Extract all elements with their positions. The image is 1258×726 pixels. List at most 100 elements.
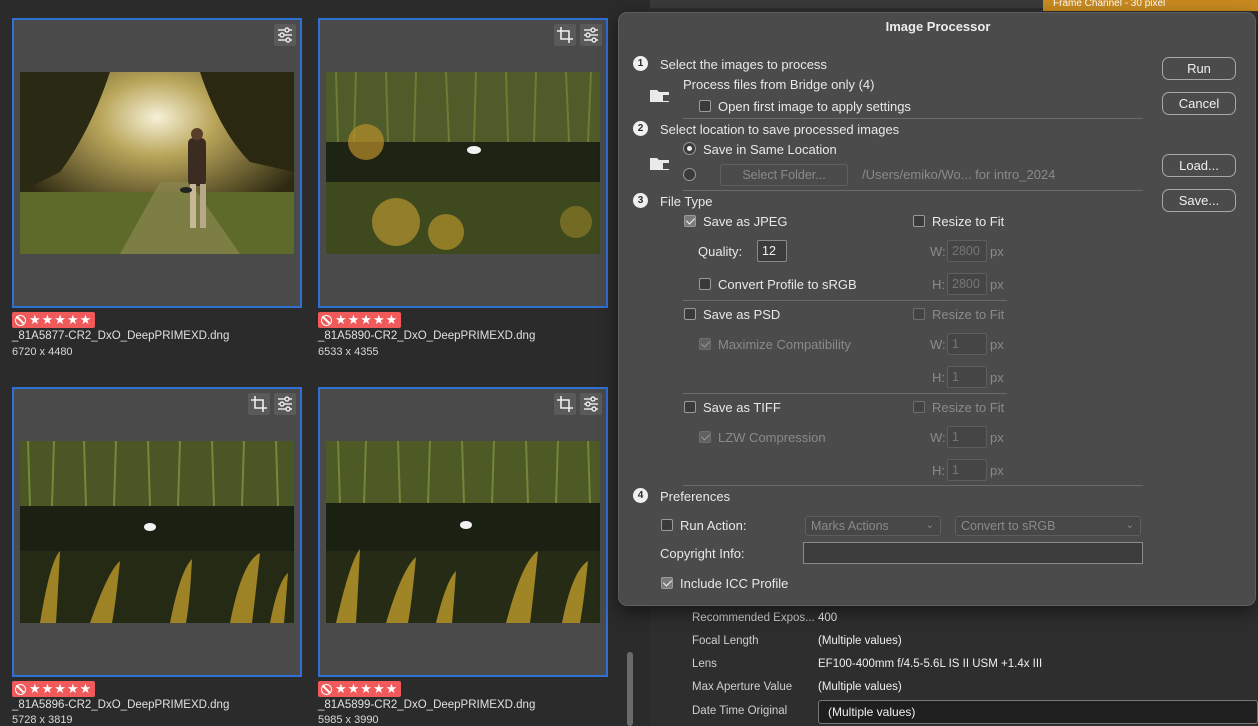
psd-resize-label: Resize to Fit: [932, 307, 1005, 322]
px-unit: px: [990, 370, 1004, 385]
divider: [683, 118, 1143, 119]
jpeg-resize-checkbox[interactable]: [913, 215, 925, 227]
px-unit: px: [990, 277, 1004, 292]
divider: [683, 300, 1007, 301]
thumbnail-4[interactable]: [318, 387, 608, 677]
psd-resize-checkbox[interactable]: [913, 308, 925, 320]
image-dimensions: 6720 x 4480: [12, 346, 73, 358]
psd-h-label: H:: [932, 370, 945, 385]
chevron-down-icon: ⌄: [1125, 520, 1134, 531]
section-2-title: Select location to save processed images: [660, 122, 900, 137]
psd-height-input[interactable]: 1: [947, 366, 987, 388]
jpeg-resize-label: Resize to Fit: [932, 214, 1005, 229]
thumbnail-1[interactable]: [12, 18, 302, 308]
quality-input[interactable]: 12: [757, 240, 787, 262]
include-icc-checkbox[interactable]: [661, 577, 673, 589]
meta-label-focal-length: Focal Length: [692, 635, 759, 647]
save-settings-button[interactable]: Save...: [1162, 189, 1236, 212]
divider: [683, 485, 1143, 486]
crop-icon[interactable]: [554, 24, 576, 46]
save-as-tiff-label: Save as TIFF: [703, 400, 781, 415]
photo-egret-pond: [326, 72, 600, 254]
reject-rating-badge[interactable]: ★★★★★: [318, 312, 402, 328]
include-icc-label: Include ICC Profile: [680, 576, 789, 591]
section-1-title: Select the images to process: [660, 57, 827, 72]
select-folder-button[interactable]: Select Folder...: [720, 164, 848, 186]
adjust-icon[interactable]: [580, 393, 602, 415]
select-folder-radio[interactable]: [683, 168, 696, 181]
run-button[interactable]: Run: [1162, 57, 1236, 80]
filename: _81A5896-CR2_DxO_DeepPRIMEXD.dng: [12, 699, 230, 711]
process-source-text: Process files from Bridge only (4): [683, 77, 875, 92]
px-unit: px: [990, 463, 1004, 478]
destination-path: /Users/emiko/Wo... for intro_2024: [862, 167, 1056, 182]
divider: [683, 393, 1007, 394]
step-1-badge: 1: [633, 56, 648, 71]
jpeg-h-label: H:: [932, 277, 945, 292]
action-set-select[interactable]: Marks Actions ⌄: [805, 516, 941, 536]
meta-label-lens: Lens: [692, 658, 717, 670]
lzw-compression-label: LZW Compression: [718, 430, 826, 445]
save-as-tiff-checkbox[interactable]: [684, 401, 696, 413]
meta-value-focal-length: (Multiple values): [818, 635, 902, 647]
jpeg-height-input[interactable]: 2800: [947, 273, 987, 295]
location-folder-icon: [650, 158, 670, 170]
image-dimensions: 6533 x 4355: [318, 346, 379, 358]
step-2-badge: 2: [633, 121, 648, 136]
px-unit: px: [990, 337, 1004, 352]
adjust-icon[interactable]: [274, 24, 296, 46]
meta-label-date-time-original: Date Time Original: [692, 705, 788, 717]
meta-value-date-time-original[interactable]: (Multiple values): [818, 700, 1258, 724]
tiff-h-label: H:: [932, 463, 945, 478]
crop-icon[interactable]: [248, 393, 270, 415]
quality-label: Quality:: [698, 244, 743, 259]
content-scrollbar[interactable]: [627, 652, 633, 726]
reject-rating-badge[interactable]: ★★★★★: [12, 312, 96, 328]
maximize-compatibility-checkbox[interactable]: [699, 338, 711, 350]
tiff-resize-label: Resize to Fit: [932, 400, 1005, 415]
reject-rating-badge[interactable]: ★★★★★: [318, 681, 402, 697]
filename: _81A5899-CR2_DxO_DeepPRIMEXD.dng: [318, 699, 536, 711]
adjust-icon[interactable]: [580, 24, 602, 46]
tiff-width-input[interactable]: 1: [947, 426, 987, 448]
open-first-image-checkbox[interactable]: [699, 100, 711, 112]
same-location-label: Save in Same Location: [703, 142, 837, 157]
load-button[interactable]: Load...: [1162, 154, 1236, 177]
thumbnail-3[interactable]: [12, 387, 302, 677]
tiff-w-label: W:: [930, 430, 946, 445]
bridge-folder-icon: [650, 90, 670, 102]
photo-egret-grass: [326, 441, 600, 623]
convert-srgb-checkbox[interactable]: [699, 278, 711, 290]
tiff-height-input[interactable]: 1: [947, 459, 987, 481]
px-unit: px: [990, 430, 1004, 445]
convert-srgb-label: Convert Profile to sRGB: [718, 277, 857, 292]
filename: _81A5890-CR2_DxO_DeepPRIMEXD.dng: [318, 330, 536, 342]
cancel-button[interactable]: Cancel: [1162, 92, 1236, 115]
photo-person-walking: [20, 72, 294, 254]
tiff-resize-checkbox[interactable]: [913, 401, 925, 413]
save-as-jpeg-checkbox[interactable]: [684, 215, 696, 227]
action-select[interactable]: Convert to sRGB ⌄: [955, 516, 1141, 536]
run-action-checkbox[interactable]: [661, 519, 673, 531]
psd-w-label: W:: [930, 337, 946, 352]
reject-rating-badge[interactable]: ★★★★★: [12, 681, 96, 697]
reject-icon: [15, 314, 26, 326]
jpeg-w-label: W:: [930, 244, 946, 259]
save-as-psd-checkbox[interactable]: [684, 308, 696, 320]
section-4-title: Preferences: [660, 489, 731, 504]
reject-icon: [15, 683, 26, 695]
filename: _81A5877-CR2_DxO_DeepPRIMEXD.dng: [12, 330, 230, 342]
px-unit: px: [990, 244, 1004, 259]
meta-label-max-aperture: Max Aperture Value: [692, 681, 793, 693]
same-location-radio[interactable]: [683, 142, 696, 155]
adjust-icon[interactable]: [274, 393, 296, 415]
lzw-compression-checkbox[interactable]: [699, 431, 711, 443]
psd-width-input[interactable]: 1: [947, 333, 987, 355]
meta-label-recommended-exposure: Recommended Expos...: [692, 612, 815, 624]
section-3-title: File Type: [660, 194, 713, 209]
crop-icon[interactable]: [554, 393, 576, 415]
jpeg-width-input[interactable]: 2800: [947, 240, 987, 262]
thumbnail-2[interactable]: [318, 18, 608, 308]
reject-icon: [321, 683, 332, 695]
copyright-input[interactable]: [803, 542, 1143, 564]
